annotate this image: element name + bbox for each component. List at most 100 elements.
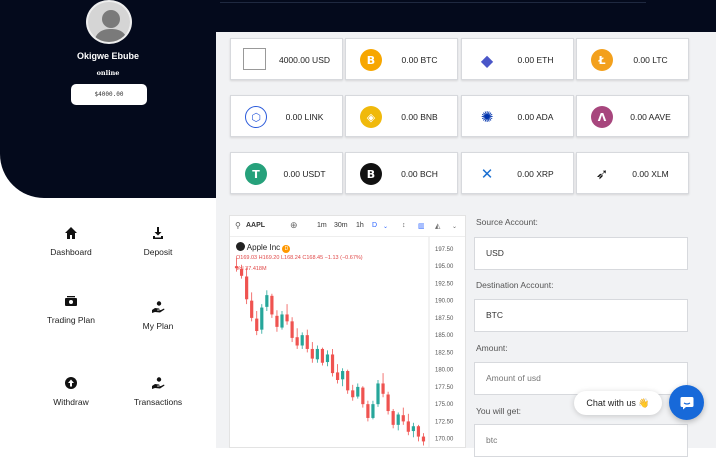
wallet-card[interactable]: Λ 0.00 AAVE — [576, 95, 689, 137]
nav-transactions[interactable]: Transactions — [118, 376, 198, 409]
wallet-balance: 4000.00 USD — [278, 55, 331, 65]
amount-label: Amount: — [476, 343, 508, 353]
wallet-card[interactable]: ◆ 0.00 ETH — [461, 38, 574, 80]
home-icon — [65, 227, 77, 239]
user-balance: $4000.00 — [71, 84, 147, 105]
arrow-up-circle-icon — [65, 377, 77, 389]
candle-body — [320, 348, 325, 363]
price-tick-label: 197.50 — [435, 247, 454, 253]
candle-body — [386, 394, 390, 412]
candle-body — [421, 436, 426, 442]
candle-body — [381, 383, 385, 394]
ada-icon: ✺ — [480, 108, 494, 126]
candle-body — [356, 386, 360, 397]
wallet-balance: 0.00 BCH — [401, 169, 438, 179]
candle-body — [396, 414, 400, 425]
candle-body — [315, 348, 319, 360]
candle-body — [376, 383, 380, 405]
candle-body — [391, 411, 395, 425]
nav-trading-plan[interactable]: Trading Plan — [31, 294, 111, 327]
wallet-card[interactable]: Ł 0.00 LTC — [576, 38, 689, 80]
wallet-balance: 0.00 XLM — [632, 169, 669, 179]
chat-with-us-bubble[interactable]: Chat with us 👋 — [574, 391, 662, 415]
user-name: Okigwe Ebube — [76, 51, 139, 61]
nav-label: Transactions — [133, 397, 183, 407]
candle-body — [330, 354, 335, 374]
wallet-card[interactable]: ◈ 0.00 BNB — [345, 95, 458, 137]
candle-body — [234, 266, 239, 269]
candle-body — [239, 268, 244, 276]
chat-icon — [680, 396, 693, 409]
you-will-get-input[interactable]: btc — [474, 424, 688, 457]
wallet-balance: 0.00 ADA — [517, 112, 554, 122]
source-account-label: Source Account: — [476, 217, 538, 227]
xrp-icon: ✕ — [480, 165, 494, 183]
candle-body — [366, 404, 370, 418]
bnb-icon: ◈ — [360, 106, 382, 128]
candle-body — [346, 371, 350, 391]
user-status: online — [96, 69, 120, 77]
candle-body — [406, 421, 410, 432]
nav-label: Withdraw — [53, 397, 89, 407]
nav-my-plan[interactable]: My Plan — [118, 300, 198, 333]
amount-input[interactable]: Amount of usd — [474, 362, 688, 395]
nav-deposit[interactable]: Deposit — [118, 226, 198, 259]
candle-body — [310, 348, 314, 359]
user-silhouette-icon — [93, 10, 129, 42]
candle-body — [351, 390, 355, 398]
nav-label: My Plan — [142, 321, 174, 331]
candle-body — [371, 404, 375, 418]
price-tick-label: 195.00 — [435, 264, 454, 270]
wallet-balance: 0.00 USDT — [283, 169, 326, 179]
wallet-card[interactable]: ➶ 0.00 XLM — [576, 152, 689, 194]
nav-label: Dashboard — [50, 247, 92, 257]
link-icon: ⬡ — [245, 106, 267, 128]
candle-body — [295, 337, 299, 346]
usdt-icon: T — [245, 163, 267, 185]
candle-body — [245, 276, 249, 300]
destination-account-label: Destination Account: — [476, 280, 554, 290]
price-tick-label: 175.00 — [435, 402, 454, 408]
candle-body — [411, 426, 415, 432]
wallet-card[interactable]: B 0.00 BTC — [345, 38, 458, 80]
candle-body — [305, 335, 309, 349]
bch-icon: B — [360, 163, 382, 185]
candle-body — [265, 295, 269, 307]
wallet-card[interactable]: ✕ 0.00 XRP — [461, 152, 574, 194]
candle-body — [300, 335, 304, 346]
wallet-card[interactable]: 4000.00 USD — [230, 38, 343, 80]
price-tick-label: 185.00 — [435, 333, 454, 339]
price-chart-widget[interactable]: ⚲ AAPL ⊕ 1m 30m 1h D ⌄ ↕ ▥ ◭ ⌄ Apple Inc… — [229, 215, 466, 448]
avatar[interactable] — [86, 0, 132, 44]
candle-body — [280, 314, 284, 328]
source-account-select[interactable]: USD — [474, 237, 688, 270]
wallet-balance: 0.00 XRP — [517, 169, 554, 179]
price-tick-label: 172.50 — [435, 419, 454, 425]
profile-panel: Okigwe Ebube online $4000.00 — [0, 0, 216, 198]
nav-label: Deposit — [143, 247, 173, 257]
price-tick-label: 177.50 — [435, 385, 454, 391]
wallet-card[interactable]: ✺ 0.00 ADA — [461, 95, 574, 137]
candle-body — [285, 314, 289, 322]
candle-body — [290, 321, 294, 338]
price-tick-label: 182.50 — [435, 350, 454, 356]
candle-body — [260, 307, 264, 330]
usd-flag-icon — [243, 48, 266, 70]
wallet-balance: 0.00 AAVE — [630, 112, 671, 122]
nav-dashboard[interactable]: Dashboard — [31, 226, 111, 259]
wallet-card[interactable]: ⬡ 0.00 LINK — [230, 95, 343, 137]
chat-launcher-button[interactable] — [669, 385, 704, 420]
aave-icon: Λ — [591, 106, 613, 128]
wallet-card[interactable]: T 0.00 USDT — [230, 152, 343, 194]
candle-body — [270, 295, 274, 315]
money-icon — [65, 296, 77, 306]
nav-withdraw[interactable]: Withdraw — [31, 376, 111, 409]
wallet-card[interactable]: B 0.00 BCH — [345, 152, 458, 194]
price-tick-label: 187.50 — [435, 316, 454, 322]
candle-body — [275, 315, 279, 327]
wallet-balance: 0.00 BNB — [401, 112, 438, 122]
price-tick-label: 190.00 — [435, 299, 454, 305]
destination-account-select[interactable]: BTC — [474, 299, 688, 332]
candle-body — [361, 387, 365, 405]
candle-body — [416, 426, 421, 437]
